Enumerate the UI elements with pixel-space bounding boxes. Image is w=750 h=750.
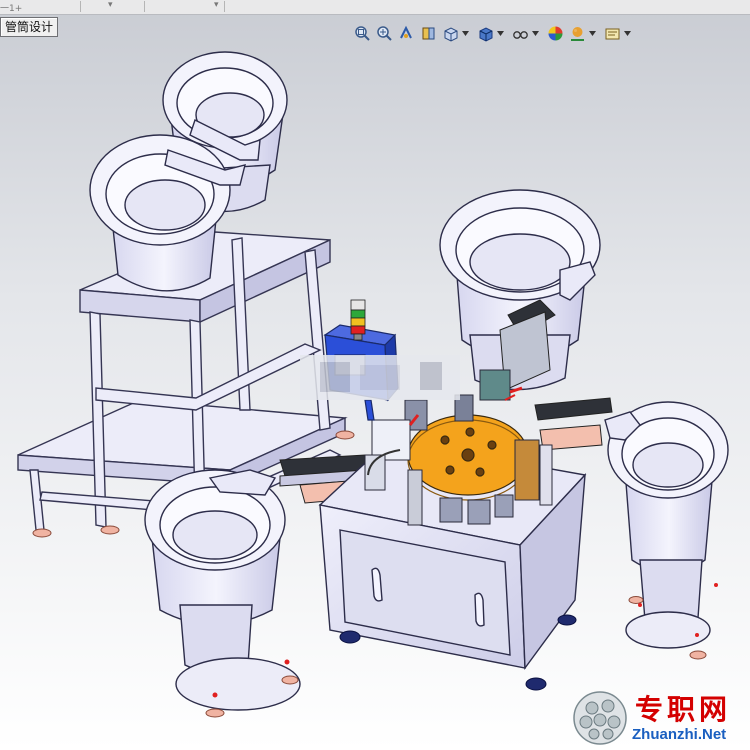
watermark-logo: 专职网 Zhuanzhi.Net bbox=[570, 688, 750, 750]
graphics-area[interactable] bbox=[0, 0, 750, 750]
vibratory-bowl-feeder bbox=[144, 469, 301, 711]
blurred-region bbox=[300, 355, 460, 400]
globe-logo-icon bbox=[573, 691, 627, 745]
watermark-site-text: Zhuanzhi.Net bbox=[632, 726, 727, 743]
watermark-chinese-text: 专职网 bbox=[635, 693, 732, 726]
stack-light bbox=[350, 299, 366, 341]
linear-feeder-track bbox=[534, 397, 613, 451]
vibratory-bowl-feeder bbox=[604, 401, 729, 649]
